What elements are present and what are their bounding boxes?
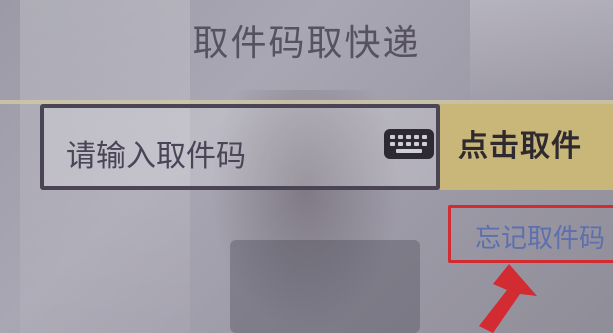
- pickup-code-input[interactable]: 请输入取件码: [40, 104, 440, 190]
- arrow-icon: [479, 264, 537, 333]
- forgot-code-link[interactable]: 忘记取件码: [448, 205, 613, 263]
- forgot-code-label: 忘记取件码: [475, 224, 606, 254]
- page-title: 取件码取快递: [192, 23, 421, 64]
- pickup-code-placeholder: 请输入取件码: [66, 139, 246, 174]
- pickup-button[interactable]: 点击取件: [440, 104, 613, 190]
- screen-reflection: [230, 240, 420, 333]
- keyboard-icon[interactable]: [384, 129, 434, 159]
